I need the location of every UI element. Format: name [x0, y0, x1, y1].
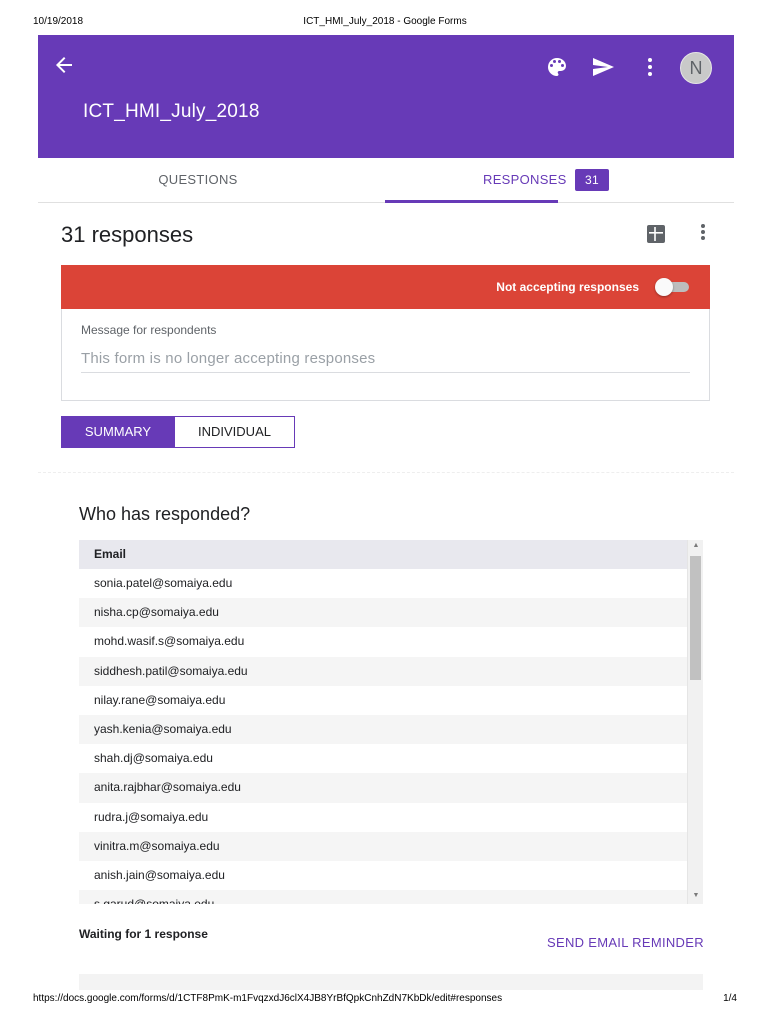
- email-rows: sonia.patel@somaiya.edu nisha.cp@somaiya.…: [79, 569, 687, 904]
- who-responded-title: Who has responded?: [79, 504, 251, 524]
- form-title[interactable]: ICT_HMI_July_2018: [83, 101, 260, 123]
- print-header: 10/19/2018 ICT_HMI_July_2018 - Google Fo…: [33, 16, 737, 30]
- email-row: shah.dj@somaiya.edu: [79, 744, 687, 774]
- responses-title: 31 responses: [61, 222, 194, 247]
- divider: [38, 472, 734, 473]
- email-row: yash.kenia@somaiya.edu: [79, 714, 687, 745]
- list-scrollbar[interactable]: ▲ ▼: [687, 540, 703, 904]
- email-row: vinitra.m@somaiya.edu: [79, 831, 687, 861]
- toggle-knob: [655, 278, 673, 296]
- responses-count-badge: 31: [575, 169, 609, 191]
- accepting-responses-bar: Not accepting responses: [61, 265, 710, 309]
- back-arrow-icon[interactable]: [52, 53, 76, 77]
- message-label: Message for respondents: [81, 323, 217, 337]
- palette-icon[interactable]: [545, 55, 569, 79]
- email-row: mohd.wasif.s@somaiya.edu: [79, 627, 687, 657]
- scroll-thumb[interactable]: [690, 556, 701, 680]
- email-row: sonia.patel@somaiya.edu: [79, 569, 687, 599]
- accepting-status-label: Not accepting responses: [496, 280, 639, 294]
- more-options-icon[interactable]: [692, 221, 714, 243]
- summary-button[interactable]: SUMMARY: [61, 416, 175, 448]
- print-url: https://docs.google.com/forms/d/1CTF8PmK…: [33, 993, 503, 1004]
- send-email-reminder-button[interactable]: SEND EMAIL REMINDER: [547, 935, 704, 950]
- tab-responses-label: RESPONSES: [483, 172, 567, 187]
- accepting-responses-toggle[interactable]: [655, 278, 691, 296]
- more-vert-icon[interactable]: [638, 55, 662, 79]
- email-row: s.garud@somaiya.edu: [79, 890, 687, 904]
- message-input[interactable]: This form is no longer accepting respons…: [81, 350, 690, 373]
- account-avatar[interactable]: N: [680, 52, 712, 84]
- spreadsheet-icon[interactable]: [646, 224, 666, 244]
- individual-button[interactable]: INDIVIDUAL: [174, 416, 295, 448]
- email-row: nilay.rane@somaiya.edu: [79, 685, 687, 715]
- tab-questions[interactable]: QUESTIONS: [38, 158, 358, 202]
- send-icon[interactable]: [591, 55, 615, 79]
- next-section-card: [79, 974, 703, 990]
- print-page-number: 1/4: [723, 993, 737, 1004]
- respondent-email-list[interactable]: Email sonia.patel@somaiya.edu nisha.cp@so…: [79, 540, 703, 904]
- email-row: anish.jain@somaiya.edu: [79, 860, 687, 891]
- email-row: nisha.cp@somaiya.edu: [79, 598, 687, 628]
- email-row: siddhesh.patil@somaiya.edu: [79, 656, 687, 686]
- email-column-header: Email: [79, 540, 687, 569]
- active-tab-indicator: [385, 200, 558, 203]
- form-header-banner: N ICT_HMI_July_2018: [38, 35, 734, 158]
- accepting-responses-card: Not accepting responses Message for resp…: [61, 265, 710, 401]
- scroll-down-arrow-icon[interactable]: ▼: [688, 892, 703, 902]
- email-row: rudra.j@somaiya.edu: [79, 802, 687, 832]
- print-footer: https://docs.google.com/forms/d/1CTF8PmK…: [33, 993, 737, 1007]
- tab-responses[interactable]: RESPONSES: [385, 158, 566, 203]
- print-title: ICT_HMI_July_2018 - Google Forms: [303, 16, 467, 27]
- email-row: anita.rajbhar@somaiya.edu: [79, 773, 687, 803]
- scroll-up-arrow-icon[interactable]: ▲: [688, 542, 703, 552]
- form-tabs: QUESTIONS RESPONSES 31: [38, 158, 734, 203]
- waiting-label: Waiting for 1 response: [79, 927, 208, 941]
